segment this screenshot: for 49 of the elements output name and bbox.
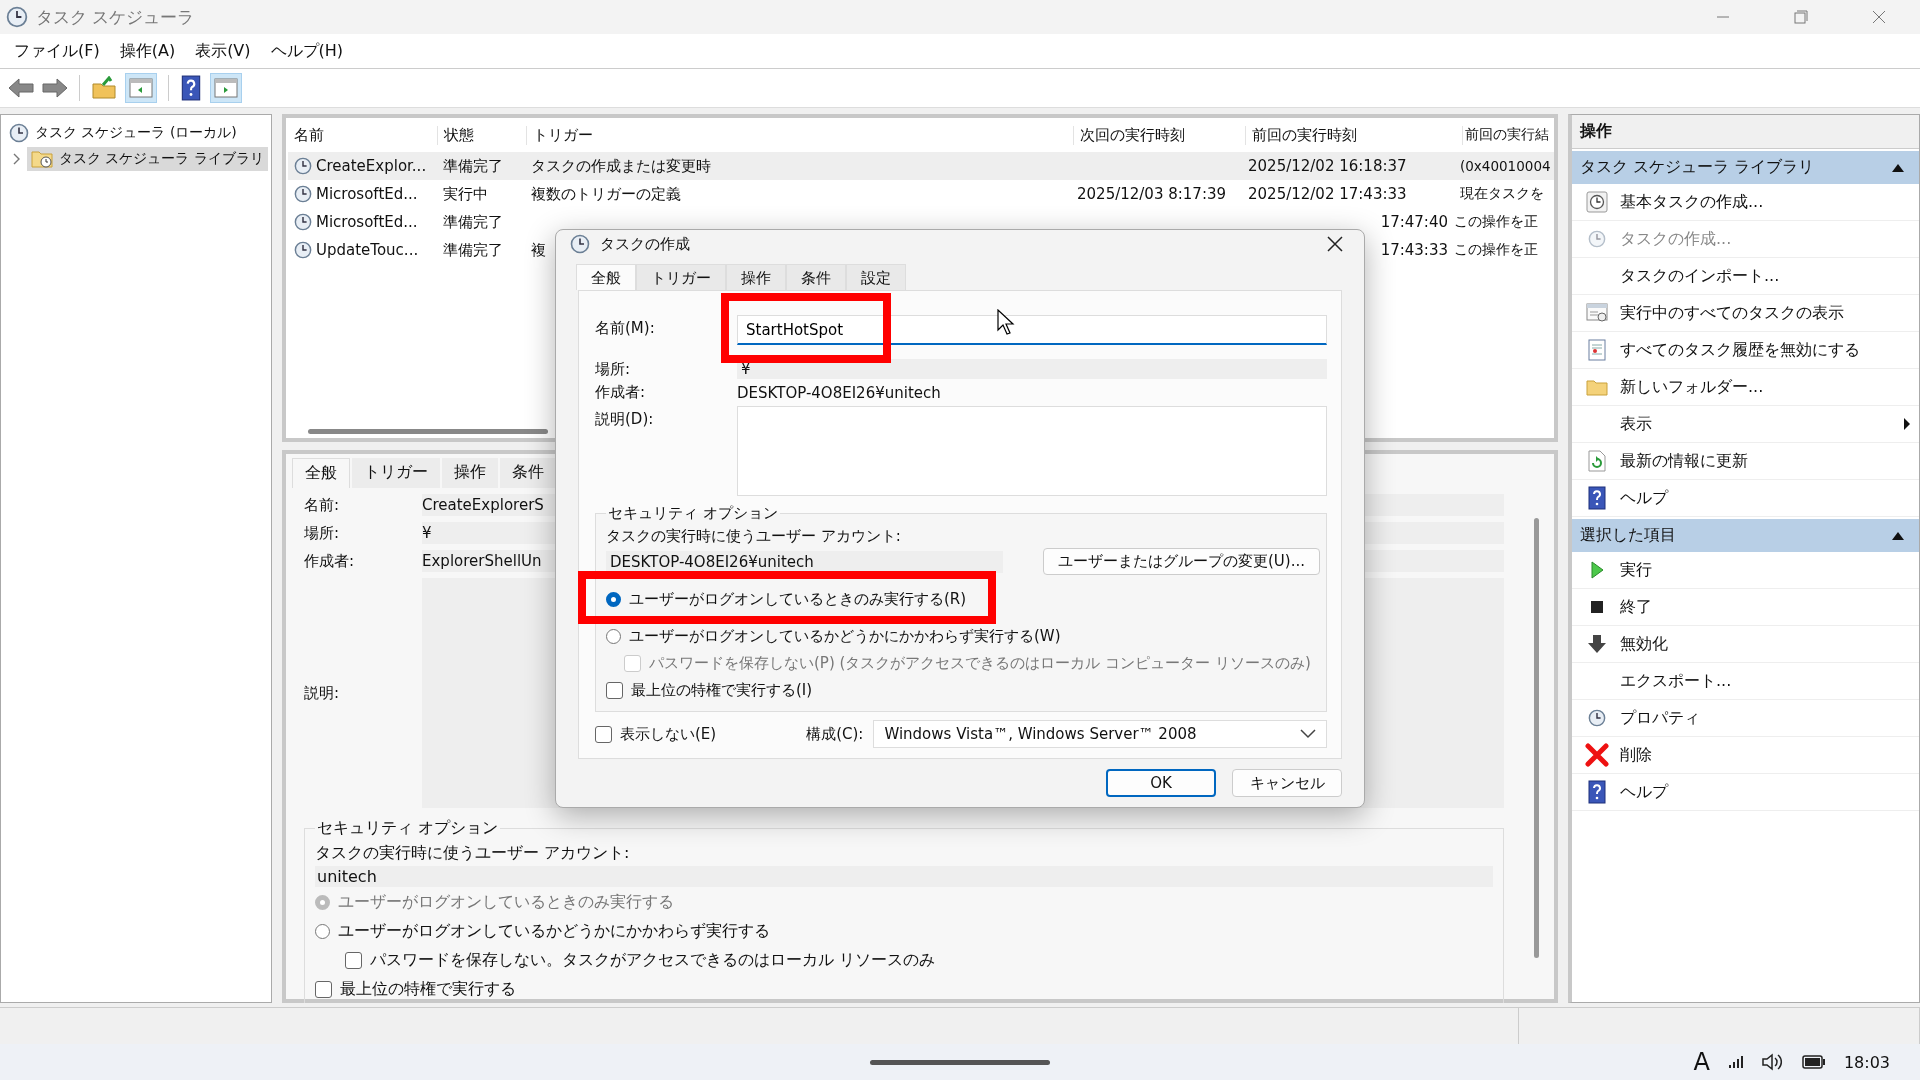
option-label: ユーザーがログオンしているかどうかにかかわらず実行する(W): [629, 627, 1061, 646]
option-label: 最上位の特権で実行する(I): [631, 681, 813, 700]
table-cell: MicrosoftEd...: [316, 185, 418, 203]
field-label: 場所:: [304, 523, 341, 543]
field-label: 説明(D):: [595, 409, 655, 429]
table-cell: 17:43:33: [1380, 241, 1448, 259]
table-cell: 準備完了: [443, 240, 503, 260]
dialog-title: タスクの作成: [600, 234, 690, 254]
field-label: 名前(M):: [595, 318, 656, 338]
table-cell: この操作を正: [1454, 213, 1538, 231]
section-title: 選択した項目: [1580, 525, 1676, 546]
account-value: DESKTOP-4O8EI26¥unitech: [606, 550, 1003, 573]
table-cell: 準備完了: [443, 156, 503, 176]
table-cell: 実行中: [443, 184, 488, 204]
field-label: 場所:: [595, 359, 632, 379]
section-title: タスク スケジューラ ライブラリ: [1580, 157, 1815, 178]
field-value: DESKTOP-4O8EI26¥unitech: [737, 383, 942, 402]
table-cell: 2025/12/02 16:18:37: [1248, 157, 1407, 175]
table-cell: 2025/12/02 17:43:33: [1248, 185, 1407, 203]
group-title: セキュリティ オプション: [316, 818, 500, 839]
field-label: 作成者:: [595, 383, 647, 402]
table-cell: 現在タスクを: [1460, 185, 1544, 203]
field-label: 構成(C):: [806, 724, 864, 744]
field-label: 名前:: [304, 495, 341, 515]
table-cell: UpdateTouc...: [316, 241, 419, 259]
option-label: 表示しない(E): [620, 724, 717, 744]
table-cell: 17:47:40: [1380, 213, 1448, 231]
window-title: タスク スケジューラ: [36, 5, 195, 29]
table-cell: タスクの作成または変更時: [531, 156, 711, 176]
option-label: ユーザーがログオンしているかどうかにかかわらず実行する: [338, 921, 770, 942]
field-label: 作成者:: [304, 551, 356, 571]
option-label: ユーザーがログオンしているときのみ実行する(R): [629, 590, 967, 609]
field-label: 説明:: [304, 683, 341, 703]
account-label: タスクの実行時に使うユーザー アカウント:: [606, 527, 902, 546]
table-cell: 2025/12/03 8:17:39: [1077, 185, 1227, 203]
table-cell: 準備完了: [443, 212, 503, 232]
option-label: パスワードを保存しない。タスクがアクセスできるのはローカル リソースのみ: [370, 950, 936, 971]
table-cell: (0x40010004: [1460, 158, 1551, 174]
option-label: 最上位の特権で実行する: [340, 979, 516, 1000]
table-cell: MicrosoftEd...: [316, 213, 418, 231]
account-value: unitech: [315, 866, 1493, 887]
table-cell: CreateExplor...: [316, 157, 427, 175]
account-label: タスクの実行時に使うユーザー アカウント:: [315, 843, 631, 864]
table-cell: 複数のトリガーの定義: [531, 184, 681, 204]
pane-title: 操作: [1572, 115, 1919, 149]
option-label: ユーザーがログオンしているときのみ実行する: [338, 892, 674, 913]
option-label: パスワードを保存しない(P) (タスクがアクセスできるのはローカル コンピューター リソースのみ): [649, 654, 1311, 673]
table-cell: 複: [531, 240, 546, 260]
table-cell: この操作を正: [1454, 241, 1538, 259]
